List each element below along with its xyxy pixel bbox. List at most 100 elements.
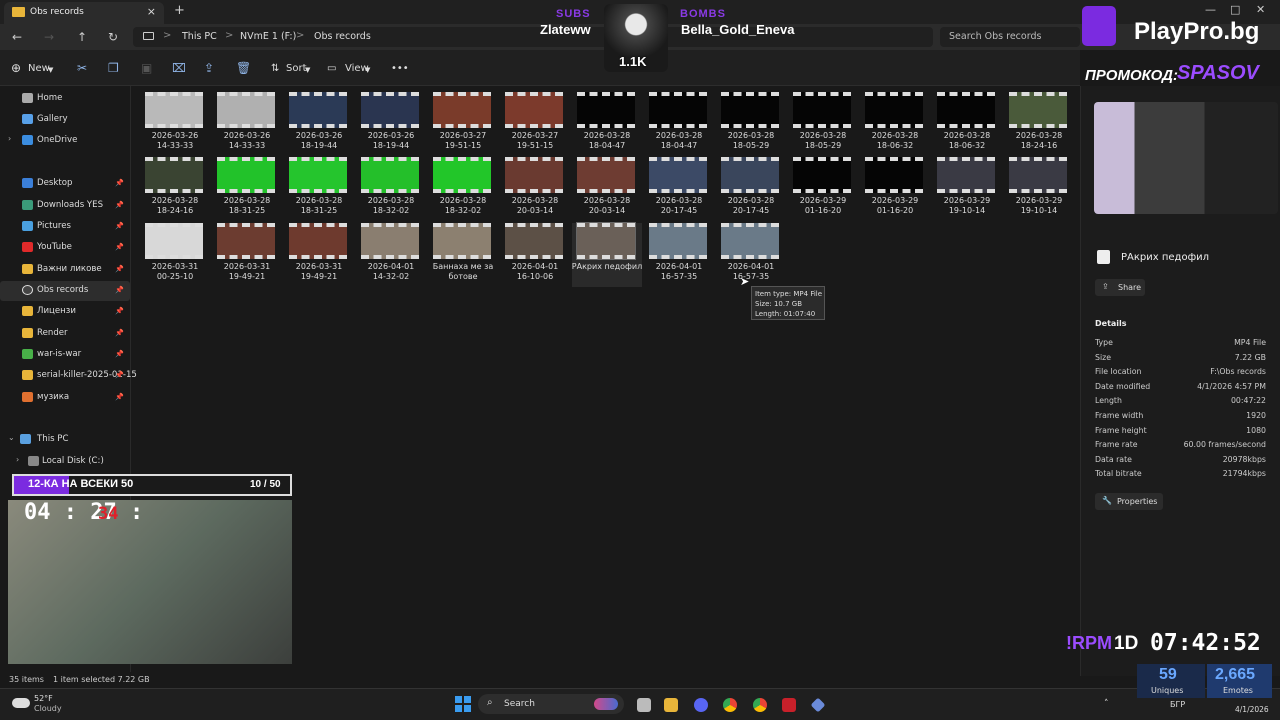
- sidebar-item[interactable]: Pictures 📌: [0, 217, 130, 237]
- address-bar[interactable]: > This PC > NVmE 1 (F:) > Obs records: [133, 27, 933, 47]
- task-view-icon[interactable]: [637, 698, 651, 712]
- file-explorer-icon[interactable]: [664, 698, 678, 712]
- file-name: 2026-03-28 20-03-14: [583, 196, 631, 215]
- chrome-profile-icon[interactable]: [753, 698, 767, 712]
- windows-start-icon[interactable]: [455, 696, 471, 712]
- file-item[interactable]: Баннаха ме за ботове: [428, 223, 498, 287]
- delete-icon[interactable]: 🗑: [236, 61, 251, 75]
- chevron-icon[interactable]: ›: [16, 455, 19, 464]
- new-plus-icon[interactable]: ⊕: [11, 61, 21, 75]
- paste-icon[interactable]: ▣: [141, 61, 152, 75]
- file-item[interactable]: 2026-03-28 18-31-25: [284, 157, 354, 221]
- file-item[interactable]: 2026-03-28 20-03-14: [572, 157, 642, 221]
- sidebar-item[interactable]: Важни ликове 📌: [0, 260, 130, 280]
- taskbar-date[interactable]: 4/1/2026: [1235, 705, 1269, 714]
- file-item[interactable]: 2026-03-29 01-16-20: [860, 157, 930, 221]
- wrench-icon: 🔧: [1102, 496, 1112, 505]
- forward-arrow-icon[interactable]: →: [44, 30, 54, 44]
- maximize-button[interactable]: □: [1230, 3, 1240, 16]
- file-item[interactable]: 2026-04-01 16-57-35: [644, 223, 714, 287]
- file-item[interactable]: 2026-03-28 18-24-16: [140, 157, 210, 221]
- sidebar-item[interactable]: YouTube 📌: [0, 238, 130, 258]
- file-item[interactable]: 2026-04-01 14-32-02: [356, 223, 426, 287]
- weather-temp[interactable]: 52°F: [34, 694, 53, 703]
- back-arrow-icon[interactable]: ←: [12, 30, 22, 44]
- tab-obs-records[interactable]: Obs records ×: [4, 2, 164, 24]
- sidebar-item[interactable]: Gallery: [0, 110, 130, 130]
- sort-button[interactable]: Sort: [286, 63, 307, 74]
- breadcrumb-obs-records[interactable]: Obs records: [314, 31, 371, 42]
- language-indicator[interactable]: БГР: [1170, 700, 1185, 709]
- up-arrow-icon[interactable]: ↑: [77, 30, 87, 44]
- sidebar-item[interactable]: Лицензи 📌: [0, 302, 130, 322]
- file-item[interactable]: 2026-03-31 19-49-21: [284, 223, 354, 287]
- file-item[interactable]: 2026-03-27 19-51-15: [428, 92, 498, 156]
- breadcrumb-this-pc[interactable]: This PC: [182, 31, 217, 42]
- more-options-button[interactable]: •••: [391, 63, 409, 74]
- file-item[interactable]: 2026-03-28 18-24-16: [1004, 92, 1074, 156]
- properties-button[interactable]: 🔧 Properties: [1095, 493, 1163, 510]
- video-thumbnail: [289, 157, 347, 193]
- tray-chevron-icon[interactable]: ˄: [1104, 699, 1109, 709]
- app-icon[interactable]: [782, 698, 796, 712]
- chrome-icon[interactable]: [723, 698, 737, 712]
- sidebar-item[interactable]: Desktop 📌: [0, 174, 130, 194]
- file-item[interactable]: 2026-04-01 16-57-35: [716, 223, 786, 287]
- cut-icon[interactable]: ✂: [77, 61, 87, 75]
- file-item[interactable]: 2026-03-26 14-33-33: [212, 92, 282, 156]
- file-item[interactable]: 2026-03-29 19-10-14: [1004, 157, 1074, 221]
- file-item[interactable]: 2026-03-27 19-51-15: [500, 92, 570, 156]
- file-item[interactable]: 2026-03-28 18-32-02: [356, 157, 426, 221]
- sort-icon[interactable]: ⇅: [271, 63, 279, 74]
- file-item[interactable]: 2026-03-28 18-04-47: [644, 92, 714, 156]
- file-item[interactable]: 2026-03-28 18-06-32: [932, 92, 1002, 156]
- detail-key: Data rate: [1095, 454, 1132, 464]
- sidebar-item[interactable]: › OneDrive: [0, 131, 130, 151]
- copy-icon[interactable]: ❐: [108, 61, 119, 75]
- refresh-icon[interactable]: ↻: [108, 30, 118, 44]
- sidebar-item[interactable]: музика 📌: [0, 388, 130, 408]
- file-item[interactable]: 2026-03-29 01-16-20: [788, 157, 858, 221]
- sidebar-item[interactable]: › Local Disk (C:): [0, 452, 130, 472]
- share-icon[interactable]: ⇪: [204, 61, 214, 75]
- close-window-button[interactable]: ✕: [1256, 3, 1265, 16]
- share-button[interactable]: ⇪ Share: [1095, 279, 1145, 296]
- file-item[interactable]: 2026-03-28 18-04-47: [572, 92, 642, 156]
- sidebar-item[interactable]: Home: [0, 89, 130, 109]
- search-input[interactable]: Search Obs records: [940, 27, 1080, 47]
- discord-icon[interactable]: [694, 698, 708, 712]
- weather-desc[interactable]: Cloudy: [34, 704, 62, 713]
- file-item[interactable]: 2026-03-26 18-19-44: [356, 92, 426, 156]
- file-item[interactable]: 2026-03-26 14-33-33: [140, 92, 210, 156]
- rename-icon[interactable]: ⌧: [172, 61, 186, 75]
- chevron-icon[interactable]: ›: [8, 134, 11, 143]
- view-icon[interactable]: ▭: [327, 63, 336, 74]
- file-item[interactable]: 2026-03-28 18-31-25: [212, 157, 282, 221]
- file-item[interactable]: 2026-03-29 19-10-14: [932, 157, 1002, 221]
- new-button[interactable]: New: [28, 63, 50, 74]
- file-item[interactable]: 2026-03-26 18-19-44: [284, 92, 354, 156]
- sidebar-item[interactable]: Downloads YES 📌: [0, 196, 130, 216]
- sidebar-item[interactable]: serial-killer-2025-01-15 📌: [0, 366, 137, 386]
- sidebar-item[interactable]: ⌄ This PC: [0, 430, 130, 450]
- sidebar-item[interactable]: Obs records 📌: [0, 281, 130, 301]
- file-item[interactable]: 2026-03-31 19-49-21: [212, 223, 282, 287]
- file-item[interactable]: РАкрих педофил: [572, 222, 642, 287]
- minimize-button[interactable]: —: [1205, 3, 1216, 16]
- file-item[interactable]: 2026-03-28 20-03-14: [500, 157, 570, 221]
- breadcrumb-drive[interactable]: NVmE 1 (F:): [240, 31, 296, 42]
- sidebar-item[interactable]: Render 📌: [0, 324, 130, 344]
- file-item[interactable]: 2026-03-28 20-17-45: [644, 157, 714, 221]
- file-item[interactable]: 2026-03-31 00-25-10: [140, 223, 210, 287]
- file-item[interactable]: 2026-03-28 18-32-02: [428, 157, 498, 221]
- taskbar-search[interactable]: ⌕ Search: [478, 694, 624, 714]
- chevron-icon[interactable]: ⌄: [8, 433, 15, 442]
- close-tab-icon[interactable]: ×: [147, 5, 156, 18]
- file-item[interactable]: 2026-04-01 16-10-06: [500, 223, 570, 287]
- sidebar-item[interactable]: war-is-war 📌: [0, 345, 130, 365]
- file-item[interactable]: 2026-03-28 18-05-29: [788, 92, 858, 156]
- file-item[interactable]: 2026-03-28 18-06-32: [860, 92, 930, 156]
- file-item[interactable]: 2026-03-28 18-05-29: [716, 92, 786, 156]
- new-tab-button[interactable]: +: [174, 3, 185, 18]
- file-item[interactable]: 2026-03-28 20-17-45: [716, 157, 786, 221]
